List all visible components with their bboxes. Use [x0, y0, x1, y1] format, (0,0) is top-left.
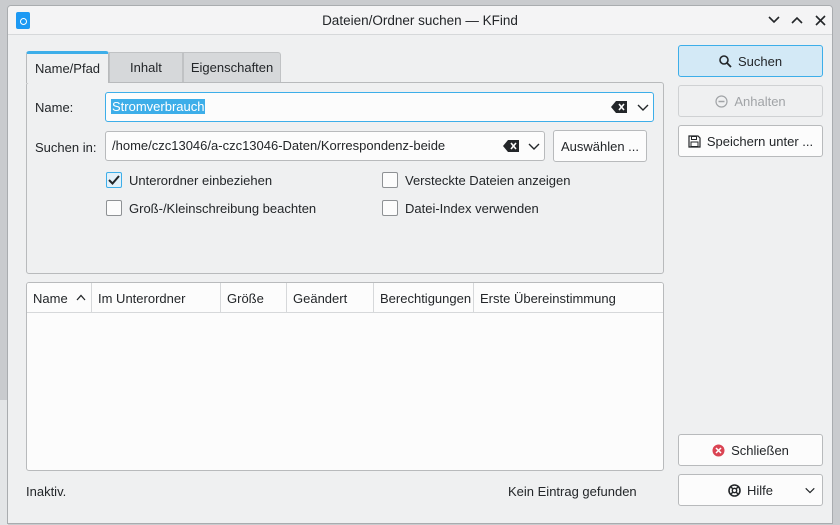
file-index-checkbox[interactable]: Datei-Index verwenden	[382, 200, 539, 216]
lookin-input[interactable]: /home/czc13046/a-czc13046-Daten/Korrespo…	[112, 138, 445, 153]
close-button[interactable]: Schließen	[678, 434, 823, 466]
status-left: Inaktiv.	[26, 484, 67, 499]
tab-bar: Name/Pfad Inhalt Eigenschaften	[26, 51, 282, 83]
window-title: Dateien/Ordner suchen — KFind	[322, 13, 518, 28]
help-button[interactable]: Hilfe	[678, 474, 823, 506]
case-sensitive-checkbox[interactable]: Groß-/Kleinschreibung beachten	[106, 200, 316, 216]
tab-panel: Name: Stromverbrauch Suchen in: /home/cz…	[26, 82, 664, 274]
chevron-up-icon	[791, 16, 803, 24]
column-header-modified[interactable]: Geändert	[287, 283, 374, 313]
search-icon	[719, 54, 732, 68]
checkbox-box[interactable]	[382, 172, 398, 188]
chevron-down-icon	[805, 487, 815, 494]
save-icon	[688, 134, 701, 148]
status-right: Kein Eintrag gefunden	[508, 484, 637, 499]
results-header: Name Im Unterordner Größe Geändert Berec…	[27, 283, 663, 313]
chevron-down-icon[interactable]	[636, 100, 650, 114]
subfolders-label: Unterordner einbeziehen	[129, 172, 273, 188]
browse-button[interactable]: Auswählen ...	[553, 130, 647, 162]
tab-name-path[interactable]: Name/Pfad	[26, 51, 110, 83]
chevron-down-icon[interactable]	[527, 139, 541, 153]
close-icon	[814, 14, 826, 26]
checkbox-box[interactable]	[382, 200, 398, 216]
title-bar[interactable]: Dateien/Ordner suchen — KFind	[8, 6, 832, 35]
minimize-button[interactable]	[764, 10, 784, 30]
close-window-button[interactable]	[810, 10, 830, 30]
checkbox-box[interactable]	[106, 172, 122, 188]
clear-text-icon[interactable]	[503, 140, 519, 152]
sort-ascending-icon	[76, 294, 86, 301]
kfind-dialog: Dateien/Ordner suchen — KFind Name/Pfad …	[7, 5, 833, 524]
column-header-name[interactable]: Name	[27, 283, 92, 313]
case-sensitive-label: Groß-/Kleinschreibung beachten	[129, 200, 317, 216]
help-lifebuoy-icon	[728, 483, 741, 497]
lookin-label: Suchen in:	[35, 140, 97, 155]
close-circle-icon	[712, 444, 725, 456]
name-input[interactable]: Stromverbrauch	[111, 99, 206, 114]
column-header-permissions[interactable]: Berechtigungen	[374, 283, 474, 313]
maximize-button[interactable]	[787, 10, 807, 30]
subfolders-checkbox[interactable]: Unterordner einbeziehen	[106, 172, 272, 188]
chevron-down-icon	[768, 16, 780, 24]
name-combo[interactable]: Stromverbrauch	[105, 92, 654, 122]
search-button[interactable]: Suchen	[678, 45, 823, 77]
stop-icon	[715, 94, 728, 108]
tab-content[interactable]: Inhalt	[109, 52, 183, 82]
stop-button[interactable]: Anhalten	[678, 85, 823, 117]
column-header-subfolder[interactable]: Im Unterordner	[92, 283, 221, 313]
tab-properties[interactable]: Eigenschaften	[182, 52, 282, 82]
checkbox-box[interactable]	[106, 200, 122, 216]
column-header-size[interactable]: Größe	[221, 283, 287, 313]
save-as-button[interactable]: Speichern unter ...	[678, 125, 823, 157]
clear-text-icon[interactable]	[611, 101, 627, 113]
hidden-files-checkbox[interactable]: Versteckte Dateien anzeigen	[382, 172, 571, 188]
name-label: Name:	[35, 100, 74, 115]
file-index-label: Datei-Index verwenden	[405, 200, 539, 216]
column-header-first-match[interactable]: Erste Übereinstimmung	[474, 283, 663, 313]
lookin-combo[interactable]: /home/czc13046/a-czc13046-Daten/Korrespo…	[105, 131, 545, 161]
checkmark-icon	[108, 175, 120, 185]
hidden-files-label: Versteckte Dateien anzeigen	[405, 172, 571, 188]
results-table[interactable]: Name Im Unterordner Größe Geändert Berec…	[26, 282, 664, 471]
